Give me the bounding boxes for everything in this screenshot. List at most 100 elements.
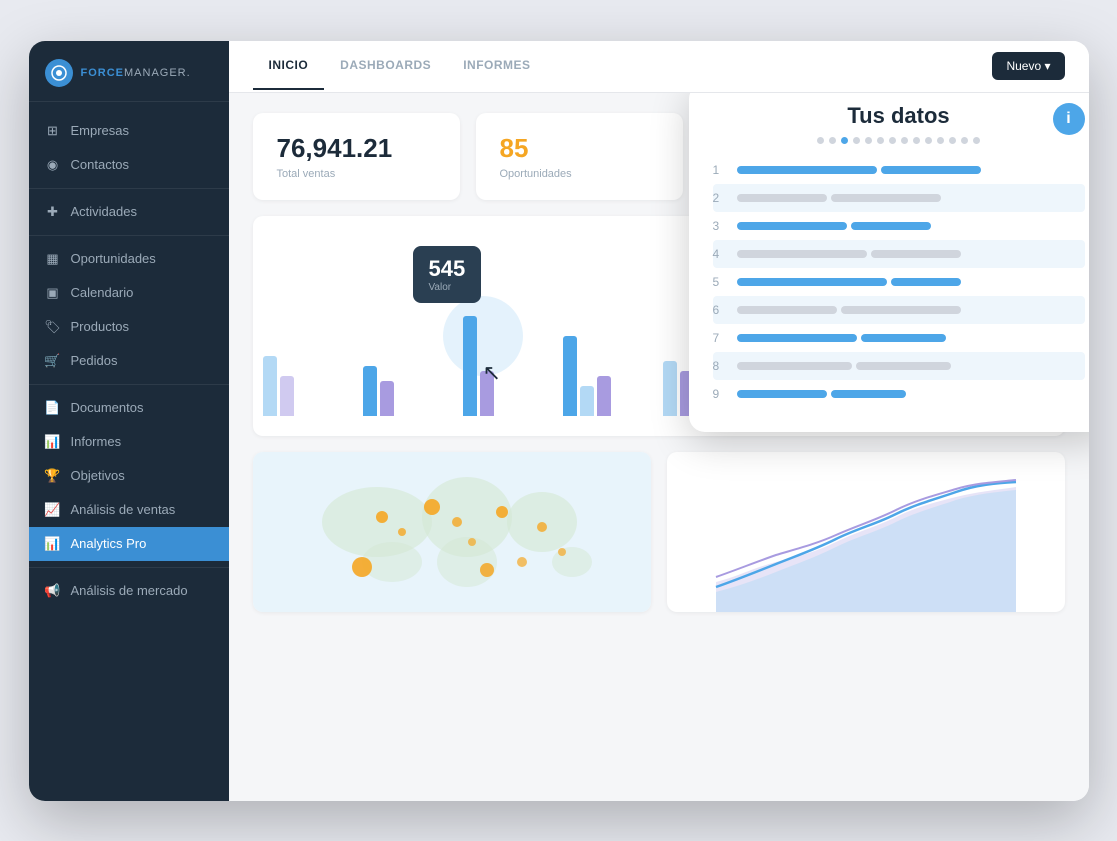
bottom-row	[253, 452, 1065, 612]
popup-bar-gray-4	[737, 250, 867, 258]
dot-3	[841, 137, 848, 144]
row-bars-5	[737, 278, 1085, 286]
sidebar-label-actividades: Actividades	[71, 204, 137, 219]
popup-row-5: 5	[713, 268, 1085, 296]
sidebar-item-calendario[interactable]: ▣ Calendario	[29, 276, 229, 310]
popup-rows-container: 1 2	[713, 156, 1085, 408]
popup-row-7: 7	[713, 324, 1085, 352]
top-nav-right: Nuevo ▾	[992, 52, 1064, 80]
objetivos-icon: 🏆	[45, 468, 61, 484]
row-num-3: 3	[713, 219, 737, 233]
popup-row-6: 6	[713, 296, 1085, 324]
dot-7	[889, 137, 896, 144]
dot-14	[973, 137, 980, 144]
dot-10	[925, 137, 932, 144]
popup-overlay: i Tus datos	[689, 93, 1089, 432]
bar-2a	[363, 366, 377, 416]
sidebar-item-analisis-mercado[interactable]: 📢 Análisis de mercado	[29, 574, 229, 608]
new-button[interactable]: Nuevo ▾	[992, 52, 1064, 80]
bar-group-4	[563, 336, 655, 416]
popup-dots	[713, 137, 1085, 144]
sidebar-label-documentos: Documentos	[71, 400, 144, 415]
bar-group-2	[363, 366, 455, 416]
pedidos-icon: 🛒	[45, 353, 61, 369]
sidebar-item-documentos[interactable]: 📄 Documentos	[29, 391, 229, 425]
popup-bar-blue-7b	[861, 334, 946, 342]
divider-1	[29, 188, 229, 189]
content-area: 76,941.21 Total ventas 85 Oportunidades …	[229, 93, 1089, 801]
sidebar-label-informes: Informes	[71, 434, 122, 449]
bar-5a	[663, 361, 677, 416]
sidebar-label-productos: Productos	[71, 319, 130, 334]
main-content: INICIO DASHBOARDS INFORMES Nuevo ▾ 76,94…	[229, 41, 1089, 801]
sidebar-item-contactos[interactable]: ◉ Contactos	[29, 148, 229, 182]
dot-1	[817, 137, 824, 144]
row-num-6: 6	[713, 303, 737, 317]
row-bars-8	[737, 362, 1085, 370]
row-num-9: 9	[713, 387, 737, 401]
sidebar-item-productos[interactable]: 🏷 Productos	[29, 310, 229, 344]
popup-row-9: 9	[713, 380, 1085, 408]
map-svg	[253, 452, 651, 612]
tooltip-label: Valor	[429, 282, 466, 293]
stat-value-ventas: 76,941.21	[277, 133, 436, 164]
line-chart-svg	[667, 452, 1065, 612]
dot-4	[853, 137, 860, 144]
sidebar-item-analisis-ventas[interactable]: 📈 Análisis de ventas	[29, 493, 229, 527]
tab-inicio[interactable]: INICIO	[253, 42, 325, 90]
chart-tooltip: 545 Valor	[413, 246, 482, 303]
contactos-icon: ◉	[45, 157, 61, 173]
logo-icon	[45, 59, 73, 87]
sidebar-item-analytics-pro[interactable]: 📊 Analytics Pro	[29, 527, 229, 561]
sidebar-item-objetivos[interactable]: 🏆 Objetivos	[29, 459, 229, 493]
sidebar-label-contactos: Contactos	[71, 157, 130, 172]
row-bars-7	[737, 334, 1085, 342]
popup-bar-blue-3	[737, 222, 847, 230]
dot-13	[961, 137, 968, 144]
line-chart-card	[667, 452, 1065, 612]
bar-3a	[463, 316, 477, 416]
sidebar: FORCEMANAGER. ⊞ Empresas ◉ Contactos ✚ A…	[29, 41, 229, 801]
dot-9	[913, 137, 920, 144]
bar-group-3	[463, 316, 555, 416]
popup-bar-gray-8	[737, 362, 852, 370]
bar-4b	[580, 386, 594, 416]
popup-row-8: 8	[713, 352, 1085, 380]
row-bars-1	[737, 166, 1085, 174]
popup-bar-blue-9b	[831, 390, 906, 398]
bar-4a	[563, 336, 577, 416]
row-num-4: 4	[713, 247, 737, 261]
logo-text: FORCEMANAGER.	[81, 67, 191, 79]
info-icon: i	[1066, 110, 1070, 128]
popup-bar-blue-1b	[881, 166, 981, 174]
row-num-1: 1	[713, 163, 737, 177]
sidebar-item-actividades[interactable]: ✚ Actividades	[29, 195, 229, 229]
sidebar-item-informes[interactable]: 📊 Informes	[29, 425, 229, 459]
sidebar-label-pedidos: Pedidos	[71, 353, 118, 368]
row-bars-2	[737, 194, 1085, 202]
sidebar-label-analytics-pro: Analytics Pro	[71, 536, 147, 551]
popup-bar-blue-3b	[851, 222, 931, 230]
dot-11	[937, 137, 944, 144]
sidebar-item-oportunidades[interactable]: ▦ Oportunidades	[29, 242, 229, 276]
popup-bar-gray-6b	[841, 306, 961, 314]
tab-informes[interactable]: INFORMES	[447, 42, 546, 90]
popup-info-button[interactable]: i	[1053, 103, 1085, 135]
popup-title: Tus datos	[713, 103, 1085, 129]
dot-8	[901, 137, 908, 144]
actividades-icon: ✚	[45, 204, 61, 220]
dot-12	[949, 137, 956, 144]
popup-row-4: 4	[713, 240, 1085, 268]
bar-1b	[280, 376, 294, 416]
sidebar-item-empresas[interactable]: ⊞ Empresas	[29, 114, 229, 148]
stat-label-ventas: Total ventas	[277, 168, 436, 180]
popup-bar-gray-6	[737, 306, 837, 314]
analisis-ventas-icon: 📈	[45, 502, 61, 518]
tab-dashboards[interactable]: DASHBOARDS	[324, 42, 447, 90]
sidebar-label-objetivos: Objetivos	[71, 468, 125, 483]
sidebar-item-pedidos[interactable]: 🛒 Pedidos	[29, 344, 229, 378]
calendario-icon: ▣	[45, 285, 61, 301]
popup-bar-blue-9	[737, 390, 827, 398]
popup-header: i Tus datos	[713, 103, 1085, 144]
popup-row-2: 2	[713, 184, 1085, 212]
